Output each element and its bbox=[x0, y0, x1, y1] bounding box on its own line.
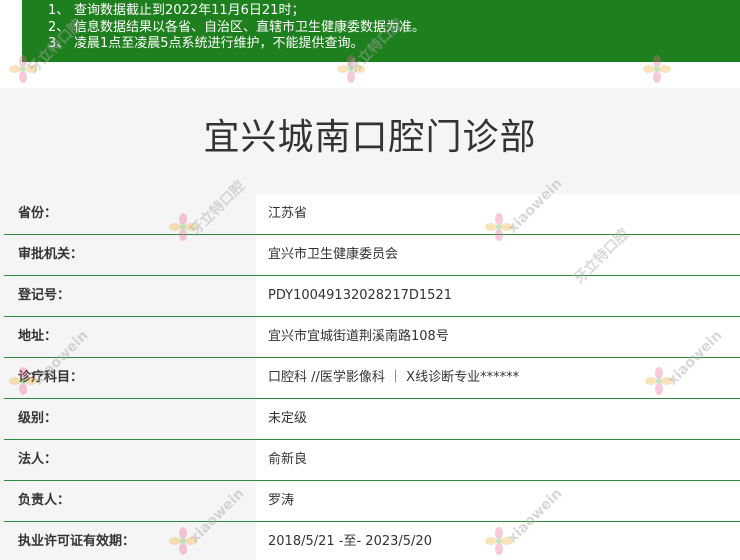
row-value: 宜兴市卫生健康委员会 bbox=[256, 235, 740, 275]
notice-item-number: 2、 bbox=[48, 19, 70, 35]
notice-item-number: 1、 bbox=[48, 3, 70, 18]
notice-item-text: 凌晨1点至凌晨5点系统进行维护，不能提供查询。 bbox=[74, 36, 364, 51]
notice-banner: 1、 查询数据截止到2022年11月6日21时； 2、 信息数据结果以各省、自治… bbox=[22, 0, 740, 62]
table-row: 级别： 未定级 bbox=[4, 398, 740, 439]
row-value: 俞新良 bbox=[256, 440, 740, 480]
row-label: 法人： bbox=[18, 452, 58, 467]
table-row: 审批机关： 宜兴市卫生健康委员会 bbox=[4, 234, 740, 275]
row-label: 级别： bbox=[18, 411, 58, 426]
row-label: 地址： bbox=[18, 329, 58, 344]
row-label: 诊疗科目： bbox=[18, 370, 84, 385]
row-value: 未定级 bbox=[256, 399, 740, 439]
page-title: 宜兴城南口腔门诊部 bbox=[203, 117, 537, 158]
table-row: 法人： 俞新良 bbox=[4, 439, 740, 480]
notice-item: 2、 信息数据结果以各省、自治区、直辖市卫生健康委数据为准。 bbox=[48, 19, 740, 37]
row-label: 执业许可证有效期： bbox=[18, 534, 136, 549]
row-value: 2018/5/21 -至- 2023/5/20 bbox=[256, 522, 740, 560]
notice-item-text: 查询数据截止到2022年11月6日21时； bbox=[74, 3, 305, 18]
page: 1、 查询数据截止到2022年11月6日21时； 2、 信息数据结果以各省、自治… bbox=[0, 0, 740, 560]
notice-list: 1、 查询数据截止到2022年11月6日21时； 2、 信息数据结果以各省、自治… bbox=[22, 0, 740, 53]
detail-table: 省份： 江苏省 审批机关： 宜兴市卫生健康委员会 登记号： PDY1004913… bbox=[4, 194, 740, 560]
row-label: 审批机关： bbox=[18, 247, 84, 262]
table-row: 地址： 宜兴市宜城街道荆溪南路108号 bbox=[4, 316, 740, 357]
table-row: 登记号： PDY10049132028217D1521 bbox=[4, 275, 740, 316]
row-value: 江苏省 bbox=[256, 194, 740, 234]
row-value: 宜兴市宜城街道荆溪南路108号 bbox=[256, 317, 740, 357]
row-value: PDY10049132028217D1521 bbox=[256, 276, 740, 316]
notice-item: 1、 查询数据截止到2022年11月6日21时； bbox=[48, 3, 740, 20]
notice-item: 3、 凌晨1点至凌晨5点系统进行维护，不能提供查询。 bbox=[48, 36, 740, 53]
table-row: 执业许可证有效期： 2018/5/21 -至- 2023/5/20 bbox=[4, 521, 740, 560]
row-label: 登记号： bbox=[18, 288, 71, 303]
table-row: 负责人： 罗涛 bbox=[4, 480, 740, 521]
table-row: 省份： 江苏省 bbox=[4, 194, 740, 234]
notice-item-text: 信息数据结果以各省、自治区、直辖市卫生健康委数据为准。 bbox=[74, 19, 426, 35]
table-row: 诊疗科目： 口腔科 //医学影像科 ｜ X线诊断专业****** bbox=[4, 357, 740, 398]
row-label: 省份： bbox=[18, 206, 58, 221]
notice-item-number: 3、 bbox=[48, 36, 70, 51]
row-value: 罗涛 bbox=[256, 481, 740, 521]
row-label: 负责人： bbox=[18, 493, 71, 508]
row-value: 口腔科 //医学影像科 ｜ X线诊断专业****** bbox=[256, 358, 740, 398]
